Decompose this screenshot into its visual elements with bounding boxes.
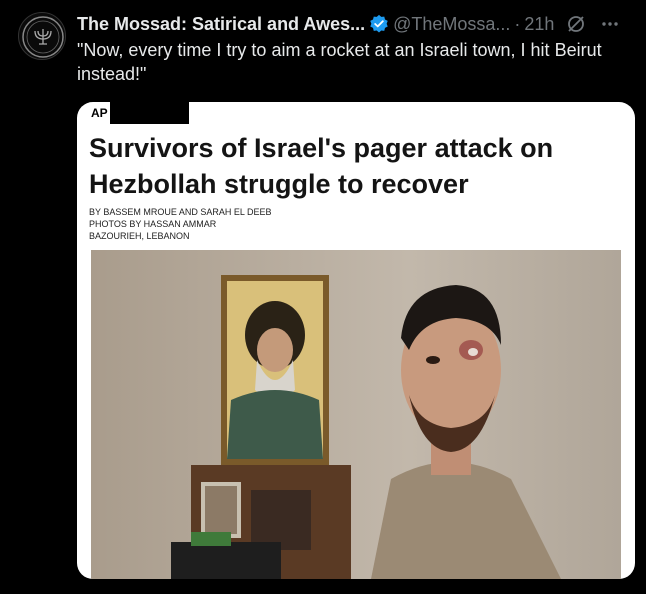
display-name[interactable]: The Mossad: Satirical and Awes... [77,14,365,35]
article-headline: Survivors of Israel's pager attack on He… [89,133,554,199]
ap-logo-text: AP [89,102,110,124]
verified-badge-icon [369,14,389,34]
more-icon[interactable] [600,14,620,34]
menorah-seal-icon [22,16,64,58]
tweet-header: The Mossad: Satirical and Awes... @TheMo… [77,12,637,36]
media-card[interactable]: AP Survivors of Israel's pager attack on… [77,102,635,579]
timestamp[interactable]: 21h [524,14,554,35]
byline-authors: By BASSEM MROUE and SARAH EL DEEB [89,207,272,217]
photo-illustration [91,250,621,579]
tweet-text: "Now, every time I try to aim a rocket a… [77,40,602,84]
article-photo [91,250,621,579]
ap-logo: AP [89,102,189,124]
grok-icon[interactable] [566,14,586,34]
article-byline: By BASSEM MROUE and SARAH EL DEEB Photos… [89,206,489,242]
avatar[interactable] [18,12,66,60]
separator-dot: · [514,13,521,34]
handle[interactable]: @TheMossa... [393,14,510,35]
byline-photos: Photos by HASSAN AMMAR [89,219,217,229]
byline-location: BAZOURIEH, Lebanon [89,231,190,241]
